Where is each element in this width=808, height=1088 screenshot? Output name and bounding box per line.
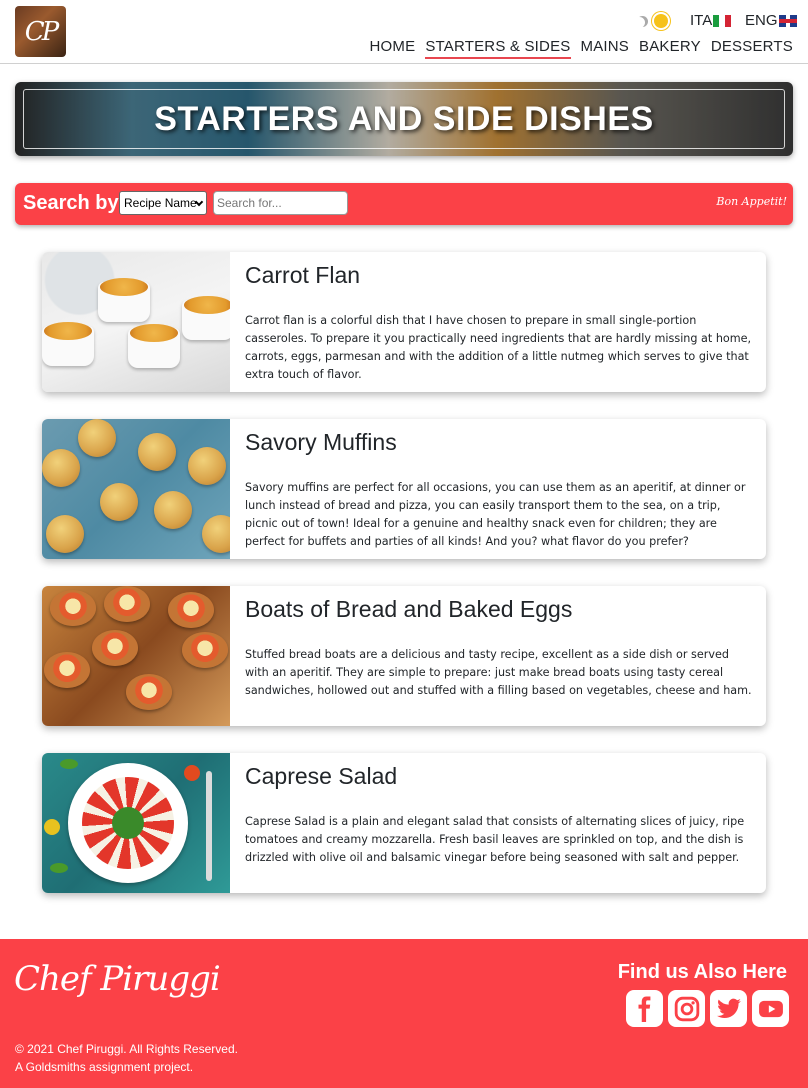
site-logo[interactable]: CP: [15, 6, 66, 57]
recipe-image-caprese-salad[interactable]: [42, 753, 230, 893]
recipe-image-carrot-flan[interactable]: [42, 252, 230, 392]
uk-flag-icon: [778, 14, 797, 27]
language-eng-label: ENG: [745, 12, 778, 29]
search-bar: Search by Recipe Name Bon Appetit!: [15, 183, 793, 225]
bon-appetit-tagline: Bon Appetit!: [716, 195, 787, 208]
find-us-heading: Find us Also Here: [617, 961, 787, 983]
recipe-description: Carrot flan is a colorful dish that I ha…: [245, 314, 752, 381]
project-note: A Goldsmiths assignment project.: [15, 1060, 194, 1074]
search-type-value: Recipe Name: [124, 196, 197, 210]
site-footer: Chef Piruggi © 2021 Chef Piruggi. All Ri…: [0, 939, 808, 1088]
sun-icon[interactable]: [654, 14, 668, 28]
recipe-description: Stuffed bread boats are a delicious and …: [245, 648, 752, 697]
twitter-icon[interactable]: [710, 990, 747, 1027]
copyright-text: © 2021 Chef Piruggi. All Rights Reserved…: [15, 1042, 238, 1056]
search-label: Search by: [23, 192, 119, 214]
nav-desserts[interactable]: DESSERTS: [711, 38, 793, 59]
recipe-title[interactable]: Caprese Salad: [245, 763, 397, 790]
social-links: [626, 990, 789, 1027]
search-type-select[interactable]: Recipe Name: [119, 191, 207, 215]
nav-mains[interactable]: MAINS: [581, 38, 630, 59]
main-nav: HOME STARTERS & SIDES MAINS BAKERY DESSE…: [370, 38, 794, 59]
theme-toggle[interactable]: [637, 12, 677, 30]
moon-icon[interactable]: [637, 16, 648, 27]
nav-bakery[interactable]: BAKERY: [639, 38, 701, 59]
youtube-icon[interactable]: [752, 990, 789, 1027]
nav-starters-sides[interactable]: STARTERS & SIDES: [425, 38, 571, 59]
recipe-card-caprese-salad[interactable]: Caprese Salad Caprese Salad is a plain a…: [42, 753, 766, 893]
recipe-image-bread-boats[interactable]: [42, 586, 230, 726]
recipe-description: Savory muffins are perfect for all occas…: [245, 481, 746, 548]
recipe-description: Caprese Salad is a plain and elegant sal…: [245, 815, 745, 864]
language-ita-label: ITA: [690, 12, 713, 29]
footer-copyright-block: © 2021 Chef Piruggi. All Rights Reserved…: [15, 1040, 238, 1076]
chef-signature: Chef Piruggi: [14, 959, 221, 999]
language-eng[interactable]: ENG: [745, 12, 797, 29]
page-title: STARTERS AND SIDE DISHES: [154, 99, 654, 138]
italy-flag-icon: [713, 14, 732, 27]
page-banner: STARTERS AND SIDE DISHES: [15, 82, 793, 156]
site-header: CP ITA ENG HOME STARTERS & SIDES MAINS B…: [0, 0, 808, 64]
recipe-card-bread-boats[interactable]: Boats of Bread and Baked Eggs Stuffed br…: [42, 586, 766, 726]
instagram-icon[interactable]: [668, 990, 705, 1027]
facebook-icon[interactable]: [626, 990, 663, 1027]
recipe-title[interactable]: Carrot Flan: [245, 262, 360, 289]
search-input[interactable]: [213, 191, 348, 215]
nav-home[interactable]: HOME: [370, 38, 416, 59]
recipe-card-carrot-flan[interactable]: Carrot Flan Carrot flan is a colorful di…: [42, 252, 766, 392]
language-ita[interactable]: ITA: [690, 12, 732, 29]
logo-monogram: CP: [24, 16, 59, 47]
recipe-title[interactable]: Boats of Bread and Baked Eggs: [245, 596, 572, 623]
recipe-image-savory-muffins[interactable]: [42, 419, 230, 559]
recipe-card-savory-muffins[interactable]: Savory Muffins Savory muffins are perfec…: [42, 419, 766, 559]
recipe-title[interactable]: Savory Muffins: [245, 429, 397, 456]
